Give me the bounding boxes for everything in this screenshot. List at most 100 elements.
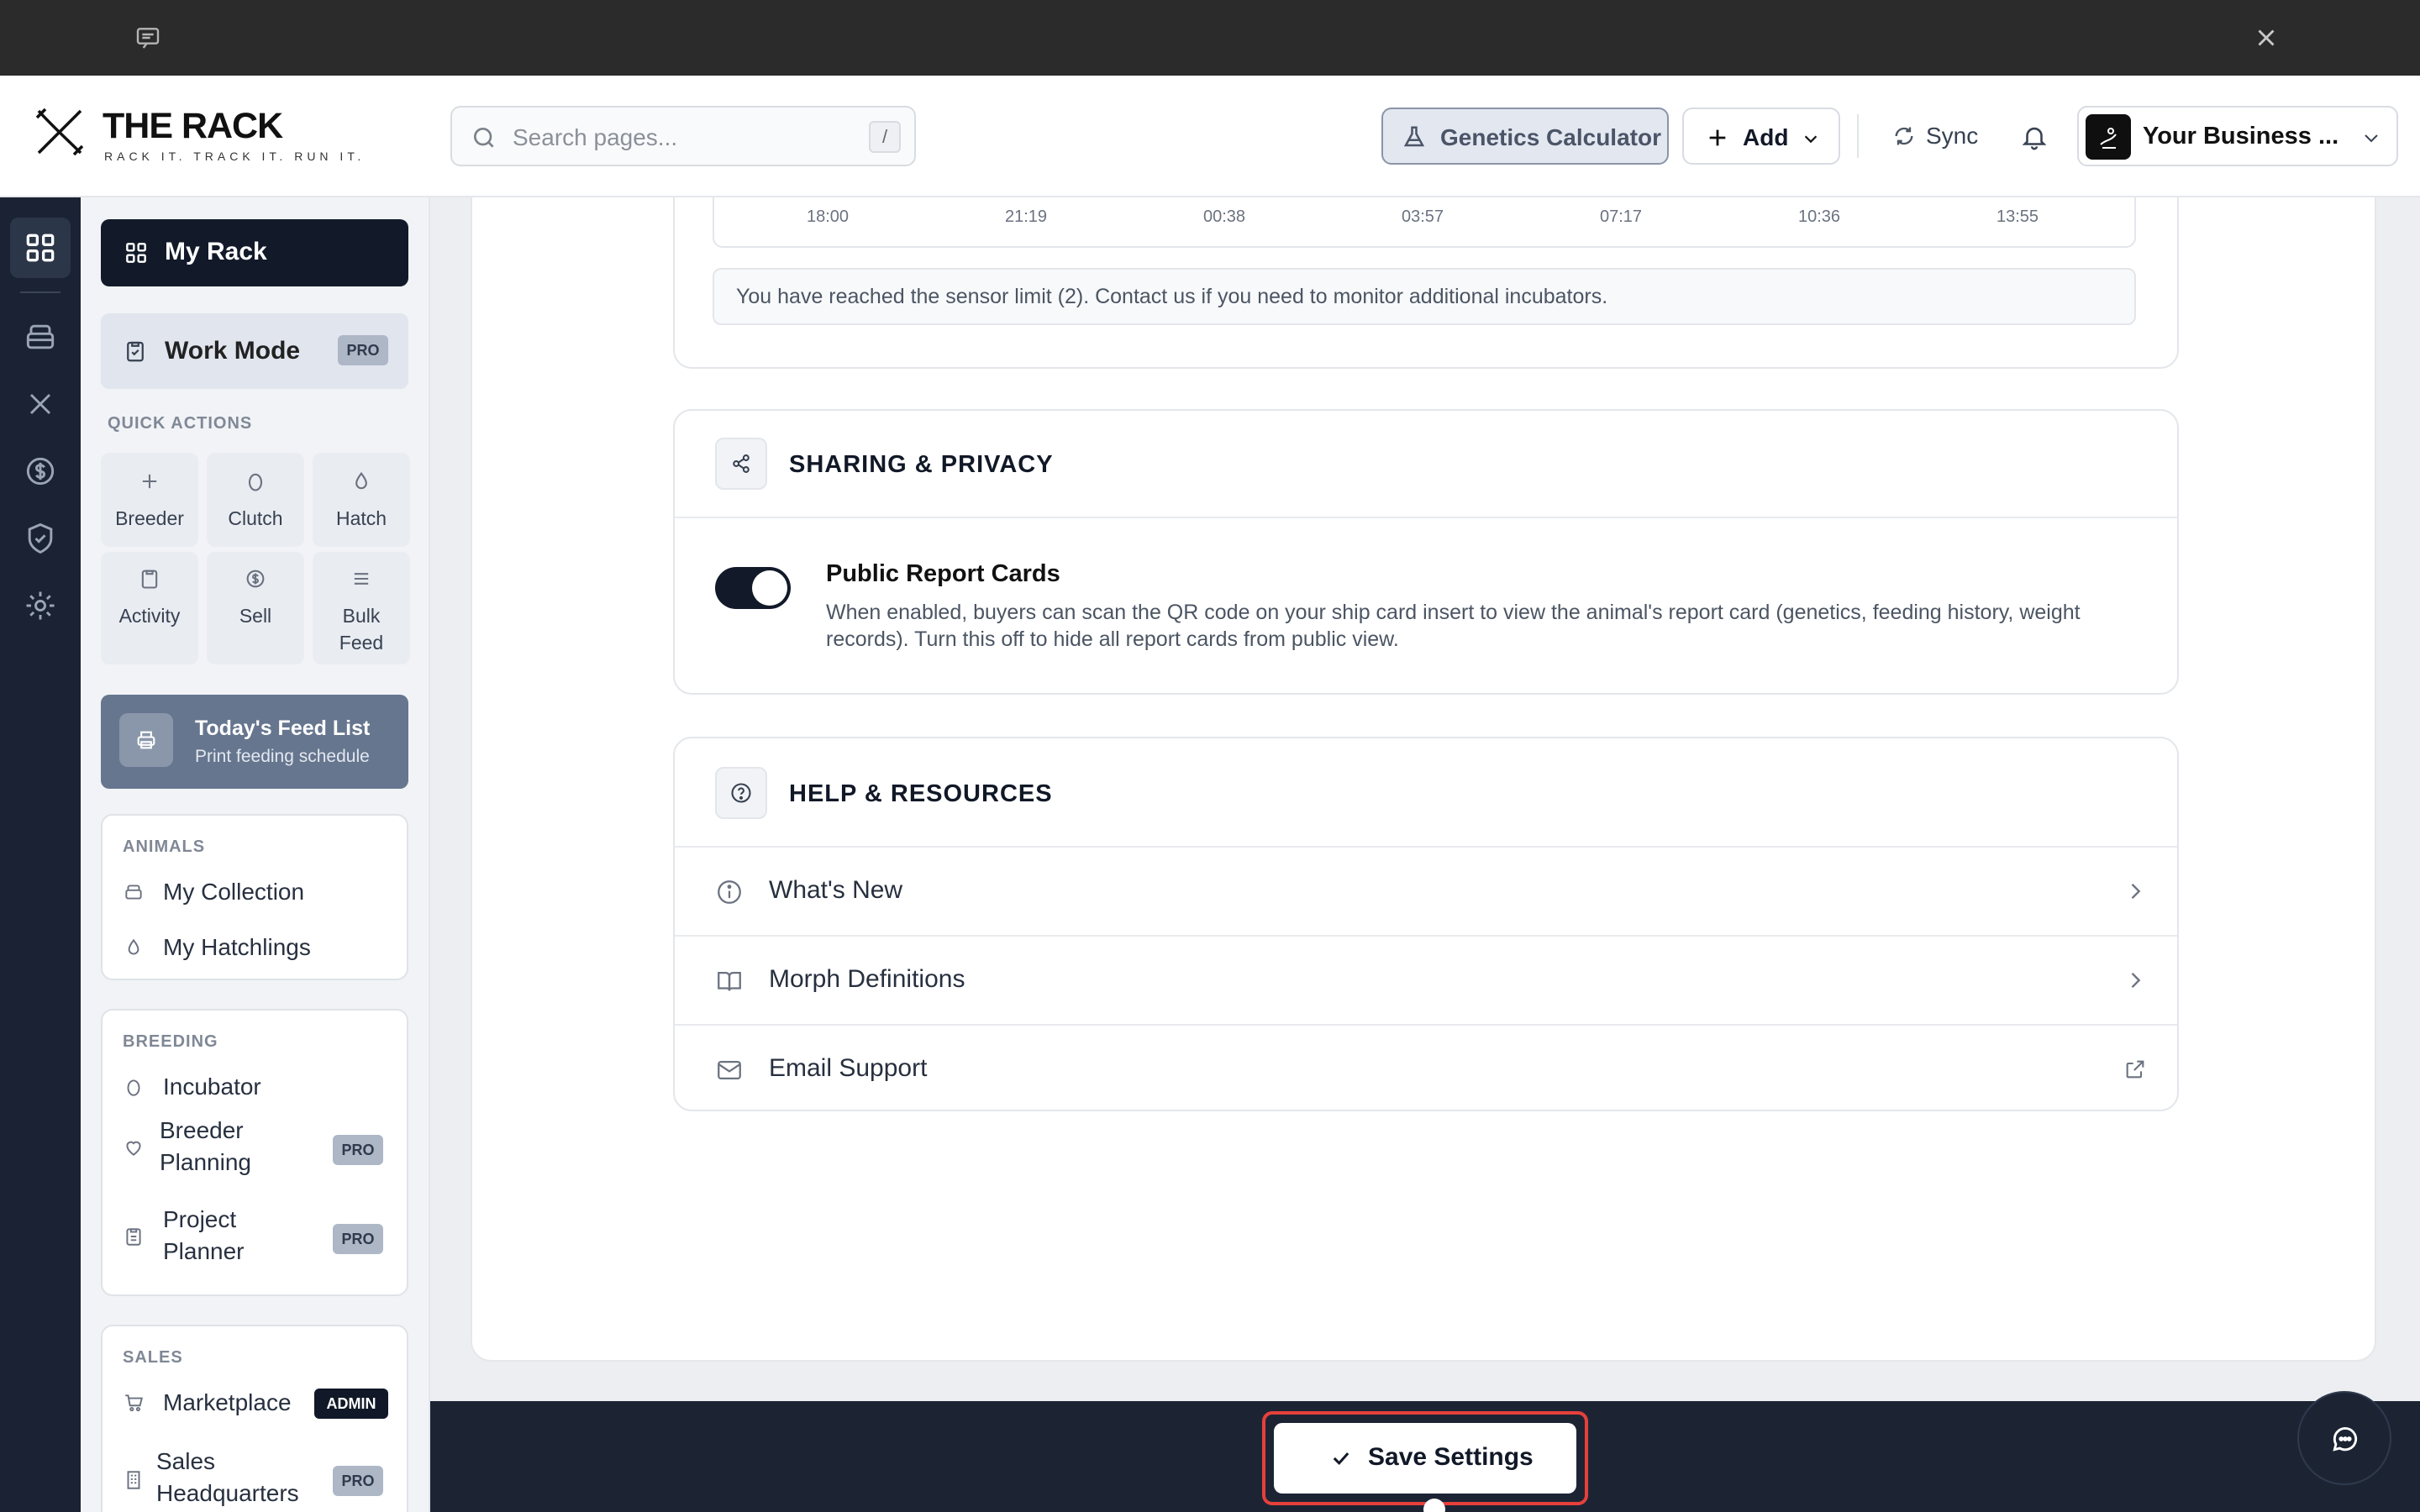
mail-icon [715,1056,744,1084]
quick-action-label: Hatch [335,507,387,529]
animals-heading: ANIMALS [123,837,206,856]
help-resources-panel: HELP & RESOURCES What's New Morph Defini… [673,737,2179,1111]
pro-badge: PRO [333,1224,383,1254]
cart-icon [123,1392,145,1414]
quick-action-label: Breeder [115,507,184,529]
chat-icon [2329,1423,2361,1455]
add-button[interactable]: Add [1682,108,1840,165]
chat-button[interactable] [2297,1391,2391,1485]
sharing-privacy-title: SHARING & PRIVACY [789,451,1054,478]
external-link-icon [2123,1058,2147,1081]
todays-feed-list-button[interactable]: Today's Feed List Print feeding schedule [101,695,408,789]
brand-title[interactable]: THE RACK [103,106,283,147]
pro-badge: PRO [333,1466,383,1496]
sidebar-item-label: Sales [156,1448,216,1474]
feed-list-icon-box [119,713,173,767]
business-avatar [2086,114,2131,160]
dashboard-icon[interactable] [22,229,59,266]
collection-icon [123,881,145,903]
help-item-label: Email Support [769,1054,928,1082]
quick-action-breeder[interactable]: Breeder [101,453,198,547]
dashboard-icon [123,239,150,266]
quick-actions-heading: QUICK ACTIONS [108,414,253,433]
sidebar-item-label: My Rack [165,238,267,265]
search-shortcut-key: / [869,121,901,153]
genetics-calculator-button[interactable]: Genetics Calculator [1381,108,1669,165]
clipboard-icon [123,1226,145,1247]
quick-action-label-line2: Feed [339,632,384,654]
quick-action-hatch[interactable]: Hatch [313,453,410,547]
share-icon-box [715,438,767,490]
chart-x-tick: 03:57 [1402,207,1444,226]
settings-icon[interactable] [22,587,59,624]
save-settings-label: Save Settings [1368,1443,1534,1471]
bell-icon[interactable] [2020,123,2049,151]
shield-icon[interactable] [22,520,59,557]
flask-icon [1402,124,1427,150]
sidebar-item-my-rack[interactable]: My Rack [101,219,408,286]
help-item-label: What's New [769,876,903,904]
breeding-icon[interactable] [22,386,59,423]
account-switcher[interactable]: Your Business ... [2077,106,2398,166]
quick-action-sell[interactable]: Sell [207,552,304,664]
search-icon [471,124,497,151]
printer-icon [134,728,158,752]
dollar-icon [244,567,267,591]
pro-badge: PRO [338,335,388,365]
chart-x-tick: 18:00 [807,207,850,226]
clipboard-check-icon [123,339,148,364]
search-placeholder: Search pages... [513,124,678,150]
feedback-icon[interactable] [134,24,161,51]
plus-icon [1706,126,1729,150]
search-input[interactable]: Search pages... / [450,106,916,166]
quick-action-bulk-feed[interactable]: Bulk Feed [313,552,410,664]
drop-icon [350,470,373,493]
account-name: Your Business ... [2143,123,2339,150]
sidebar: My Rack Work Mode PRO QUICK ACTIONS Bree… [81,197,430,1512]
share-icon [729,452,753,475]
window-titlebar [0,0,2420,76]
egg-icon [244,470,267,493]
chevron-down-icon [1802,129,1820,148]
sidebar-item-label-line2: Headquarters [156,1480,299,1506]
public-report-cards-toggle[interactable] [715,567,791,609]
brand-tagline: RACK IT. TRACK IT. RUN IT. [104,150,366,163]
save-settings-button[interactable]: Save Settings [1274,1423,1576,1494]
sidebar-item-label: Incubator [163,1074,261,1100]
collection-icon[interactable] [22,318,59,355]
check-icon [1329,1446,1353,1470]
close-window-icon[interactable] [2252,24,2281,52]
sidebar-item-label: My Collection [163,879,305,905]
egg-icon [123,1076,145,1098]
genetics-calculator-label: Genetics Calculator [1440,124,1661,150]
chevron-right-icon [2123,969,2147,992]
sensor-limit-text: You have reached the sensor limit (2). C… [736,285,1608,308]
sidebar-item-label-line2: Planner [163,1238,245,1264]
sidebar-item-label: Breeder [160,1117,244,1143]
sync-label: Sync [1926,123,1979,149]
quick-action-label: Clutch [228,507,283,529]
sales-icon[interactable] [22,453,59,490]
chevron-right-icon [2123,879,2147,903]
drop-icon [123,937,145,958]
quick-action-activity[interactable]: Activity [101,552,198,664]
pro-badge: PRO [333,1135,383,1165]
main-content: 18:00 21:19 00:38 03:57 07:17 10:36 13:5… [430,197,2420,1512]
help-item-whats-new[interactable]: What's New [675,848,2177,935]
brand-logo-icon[interactable] [34,106,86,158]
chart-x-tick: 00:38 [1203,207,1246,226]
help-item-email-support[interactable]: Email Support [675,1026,2177,1113]
sidebar-item-work-mode[interactable]: Work Mode PRO [101,313,408,389]
quick-action-clutch[interactable]: Clutch [207,453,304,547]
quick-action-label: Bulk [342,605,381,627]
help-item-morph-definitions[interactable]: Morph Definitions [675,937,2177,1024]
help-resources-title: HELP & RESOURCES [789,780,1053,807]
rail-separator [20,291,60,293]
building-icon [123,1469,145,1491]
book-icon [715,967,744,995]
chart-x-tick: 07:17 [1600,207,1643,226]
plus-icon [138,470,161,493]
sync-button[interactable]: Sync [1887,113,1988,160]
breeding-heading: BREEDING [123,1032,218,1051]
toggle-knob [752,570,787,606]
